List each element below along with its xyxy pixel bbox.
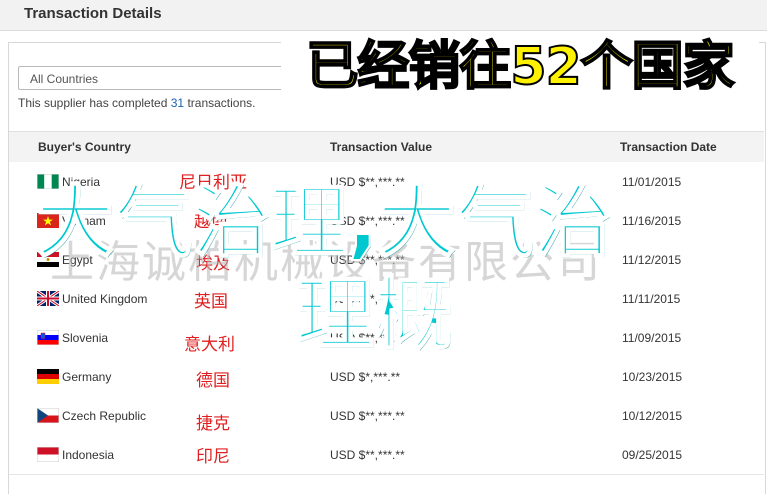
uk-flag-icon xyxy=(37,291,59,306)
cn-annotation: 英国 xyxy=(194,292,228,312)
transaction-value: USD $**,***.** xyxy=(330,409,405,423)
page-title: Transaction Details xyxy=(24,5,162,22)
country-name: Czech Republic xyxy=(62,409,147,423)
table-row: Indonesia USD $**,***.** 09/25/2015 xyxy=(9,435,764,475)
transaction-value: USD $**,***.** xyxy=(330,448,405,462)
country-name: Indonesia xyxy=(62,448,115,462)
cn-annotation: 捷克 xyxy=(196,414,230,434)
header-transaction-date[interactable]: Transaction Date xyxy=(620,140,717,154)
table-row: Czech Republic USD $**,***.** 10/12/2015 xyxy=(9,396,764,436)
summary-suffix: transactions. xyxy=(184,96,256,110)
sales-banner-text: 已经销往52个国家 xyxy=(305,36,735,98)
transaction-summary: This supplier has completed 31 transacti… xyxy=(18,96,255,110)
table-header: Buyer's Country Transaction Value Transa… xyxy=(9,131,764,163)
slovenia-flag-icon xyxy=(37,330,59,345)
country-name: Slovenia xyxy=(62,331,109,345)
transaction-date: 11/01/2015 xyxy=(622,175,682,189)
transaction-date: 11/09/2015 xyxy=(622,331,682,345)
header-transaction-value[interactable]: Transaction Value xyxy=(330,140,432,154)
czech-flag-icon xyxy=(37,408,59,423)
germany-flag-icon xyxy=(37,369,59,384)
headline-line-2: 理概 xyxy=(295,269,453,361)
transaction-date: 10/12/2015 xyxy=(622,409,683,423)
country-name: United Kingdom xyxy=(62,292,148,306)
sales-banner: 已经销往52个国家 xyxy=(281,36,759,98)
cn-annotation: 德国 xyxy=(196,371,230,391)
transaction-date: 11/11/2015 xyxy=(622,292,681,306)
transaction-value: USD $*,***.** xyxy=(330,370,401,384)
transaction-date: 09/25/2015 xyxy=(622,448,683,462)
summary-prefix: This supplier has completed xyxy=(18,96,171,110)
country-name: Germany xyxy=(62,370,112,384)
indonesia-flag-icon xyxy=(37,447,59,462)
transaction-date: 11/16/2015 xyxy=(622,214,682,228)
cn-annotation: 意大利 xyxy=(184,335,235,355)
title-bar: Transaction Details xyxy=(0,0,767,31)
transaction-count: 31 xyxy=(170,96,185,110)
cn-annotation: 印尼 xyxy=(196,447,230,467)
transaction-date: 10/23/2015 xyxy=(622,370,683,384)
transaction-date: 11/12/2015 xyxy=(622,253,682,267)
header-buyer-country[interactable]: Buyer's Country xyxy=(38,140,131,154)
